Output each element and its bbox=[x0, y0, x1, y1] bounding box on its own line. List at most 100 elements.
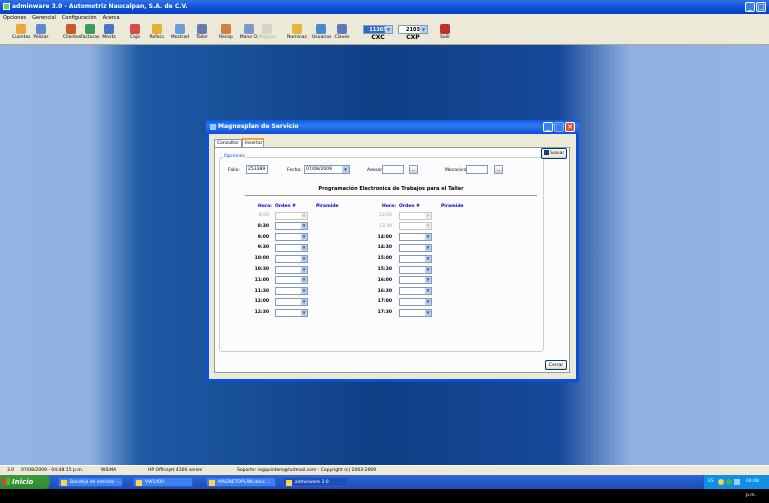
toolbar-mostrad-button[interactable]: Mostrad bbox=[170, 24, 190, 44]
toolbar-label: Cuentas bbox=[12, 35, 31, 40]
task-vw1400[interactable]: VW1400 bbox=[133, 477, 193, 487]
left-orden-dropdown[interactable]: ▼ bbox=[275, 222, 308, 231]
toolbar-movts-button[interactable]: Movts bbox=[100, 24, 118, 44]
toolbar-taller-button[interactable]: Taller bbox=[193, 24, 211, 44]
left-orden-dropdown[interactable]: ▼ bbox=[275, 265, 308, 274]
asesor-field[interactable] bbox=[382, 165, 404, 174]
cxp-combo-value[interactable]: 2103 ▼ bbox=[398, 25, 428, 34]
toolbar-label: Magnus bbox=[258, 35, 276, 40]
right-orden-dropdown[interactable]: ▼ bbox=[399, 265, 432, 274]
app-icon bbox=[136, 480, 142, 486]
dialog-maximize-button[interactable]: □ bbox=[554, 122, 564, 132]
chevron-down-icon[interactable]: ▼ bbox=[425, 244, 431, 251]
right-orden-dropdown[interactable]: ▼ bbox=[399, 254, 432, 263]
chevron-down-icon[interactable]: ▼ bbox=[420, 26, 427, 33]
right-col-hora: Hora: bbox=[382, 204, 396, 209]
left-orden-dropdown[interactable]: ▼ bbox=[275, 276, 308, 285]
tab-insertar[interactable]: Insertar bbox=[242, 138, 264, 147]
toolbar-label: Facturas bbox=[80, 35, 100, 40]
chevron-down-icon[interactable]: ▼ bbox=[301, 266, 307, 273]
task-adminware[interactable]: adminware 3.0 bbox=[283, 477, 348, 487]
toolbar-claves-button[interactable]: Claves bbox=[334, 24, 350, 44]
chevron-down-icon[interactable]: ▼ bbox=[425, 277, 431, 284]
left-orden-dropdown[interactable]: ▼ bbox=[275, 287, 308, 296]
right-orden-dropdown[interactable]: ▼ bbox=[399, 233, 432, 242]
toolbar-p-lizas-button[interactable]: Pólizas bbox=[33, 24, 49, 44]
right-orden-dropdown[interactable]: ▼ bbox=[399, 287, 432, 296]
chevron-down-icon[interactable]: ▼ bbox=[301, 255, 307, 262]
refacc-icon bbox=[152, 24, 162, 34]
taskbar: Inicio Bandeja de entrada -... VW1400 MA… bbox=[0, 475, 769, 498]
chevron-down-icon[interactable]: ▼ bbox=[425, 266, 431, 273]
windows-logo-icon bbox=[3, 478, 10, 485]
chevron-down-icon[interactable]: ▼ bbox=[301, 244, 307, 251]
right-orden-dropdown[interactable]: ▼ bbox=[399, 276, 432, 285]
cxp-combo[interactable]: 2103 ▼ CXP bbox=[398, 25, 428, 43]
menu-opciones[interactable]: Opciones bbox=[0, 15, 29, 21]
calendar-dropdown-icon[interactable]: ▼ bbox=[342, 166, 349, 173]
tray-network-icon[interactable] bbox=[718, 479, 724, 485]
left-orden-dropdown[interactable]: ▼ bbox=[275, 254, 308, 263]
chevron-down-icon: ▼ bbox=[425, 223, 431, 230]
menu-gerencial[interactable]: Gerencial bbox=[29, 15, 59, 21]
task-magnetoplan[interactable]: MAGNETOPLAN.docx ... bbox=[206, 477, 276, 487]
chevron-down-icon[interactable]: ▼ bbox=[425, 288, 431, 295]
chevron-down-icon[interactable]: ▼ bbox=[301, 298, 307, 305]
tray-security-icon[interactable] bbox=[726, 479, 732, 485]
left-orden-dropdown[interactable]: ▼ bbox=[275, 243, 308, 252]
maximize-button[interactable]: □ bbox=[756, 2, 766, 12]
mostrad-icon bbox=[175, 24, 185, 34]
cxc-combo[interactable]: 11365 ▼ CXC bbox=[363, 25, 393, 43]
close-button[interactable]: Cerrar bbox=[545, 360, 567, 370]
asesor-lookup-button[interactable]: ... bbox=[409, 165, 418, 174]
toolbar-mano-o-button[interactable]: Mano O. bbox=[238, 24, 260, 44]
chevron-down-icon[interactable]: ▼ bbox=[301, 309, 307, 316]
menubar: Opciones Gerencial Configuración Acerca bbox=[0, 14, 769, 23]
chevron-down-icon[interactable]: ▼ bbox=[425, 255, 431, 262]
chevron-down-icon[interactable]: ▼ bbox=[301, 277, 307, 284]
right-orden-dropdown[interactable]: ▼ bbox=[399, 243, 432, 252]
left-orden-dropdown[interactable]: ▼ bbox=[275, 297, 308, 306]
task-bandeja[interactable]: Bandeja de entrada -... bbox=[58, 477, 123, 487]
exit-button[interactable]: Salir bbox=[438, 24, 452, 44]
left-hour-label: 9:00 bbox=[257, 234, 269, 240]
toolbar-cuentas-button[interactable]: Cuentas bbox=[12, 24, 30, 44]
toolbar-label: Mano O. bbox=[239, 35, 259, 40]
fecha-field[interactable]: 07/08/2009 ▼ bbox=[304, 165, 350, 174]
chevron-down-icon[interactable]: ▼ bbox=[385, 26, 392, 33]
tray-volume-icon[interactable] bbox=[734, 479, 740, 485]
chevron-down-icon[interactable]: ▼ bbox=[301, 288, 307, 295]
mecanico-lookup-button[interactable]: ... bbox=[494, 165, 503, 174]
left-orden-dropdown[interactable]: ▼ bbox=[275, 308, 308, 317]
dialog-close-button[interactable]: ✕ bbox=[565, 122, 575, 132]
left-orden-dropdown[interactable]: ▼ bbox=[275, 233, 308, 242]
save-button[interactable]: Salvar bbox=[541, 148, 567, 159]
toolbar-nominas-button[interactable]: Nominas bbox=[287, 24, 307, 44]
clientes-icon bbox=[66, 24, 76, 34]
menu-acerca[interactable]: Acerca bbox=[100, 15, 123, 21]
right-orden-dropdown[interactable]: ▼ bbox=[399, 308, 432, 317]
chevron-down-icon[interactable]: ▼ bbox=[301, 234, 307, 241]
toolbar-recep-button[interactable]: Recep bbox=[218, 24, 234, 44]
right-orden-dropdown[interactable]: ▼ bbox=[399, 297, 432, 306]
dialog-minimize-button[interactable]: _ bbox=[543, 122, 553, 132]
chevron-down-icon[interactable]: ▼ bbox=[425, 234, 431, 241]
left-col-piramide: Piramide bbox=[316, 204, 339, 209]
start-button[interactable]: Inicio bbox=[0, 475, 50, 489]
toolbar-usuarios-button[interactable]: Usuarios bbox=[312, 24, 331, 44]
caja-icon bbox=[130, 24, 140, 34]
chevron-down-icon[interactable]: ▼ bbox=[425, 309, 431, 316]
tray-language[interactable]: ES bbox=[708, 475, 714, 489]
menu-configuracion[interactable]: Configuración bbox=[59, 15, 100, 21]
minimize-button[interactable]: _ bbox=[745, 2, 755, 12]
tab-consultar[interactable]: Consultar bbox=[214, 139, 242, 147]
toolbar-facturas-button[interactable]: Facturas bbox=[80, 24, 100, 44]
cxc-combo-value[interactable]: 11365 ▼ bbox=[363, 25, 393, 34]
toolbar-clientes-button[interactable]: Clientes bbox=[63, 24, 81, 44]
folio-field[interactable]: 253389 bbox=[246, 165, 268, 174]
chevron-down-icon[interactable]: ▼ bbox=[301, 223, 307, 230]
mecanico-field[interactable] bbox=[466, 165, 488, 174]
chevron-down-icon[interactable]: ▼ bbox=[425, 298, 431, 305]
toolbar-refacc-button[interactable]: Refacc bbox=[148, 24, 166, 44]
toolbar-caja-button[interactable]: Caja bbox=[128, 24, 142, 44]
